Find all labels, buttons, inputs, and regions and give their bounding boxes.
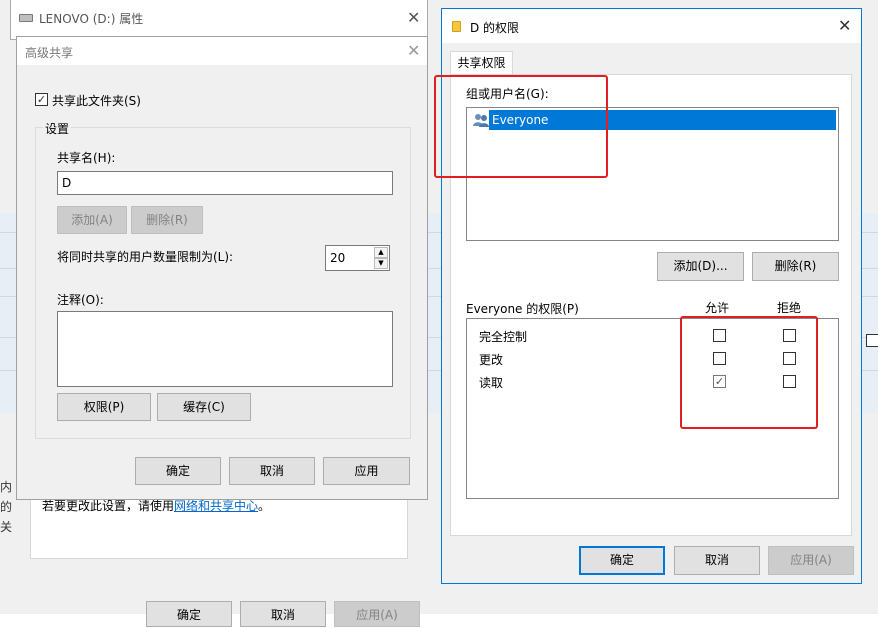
- advanced-sharing-titlebar: [17, 37, 427, 65]
- spin-up-button[interactable]: ▲: [374, 247, 388, 258]
- folder-icon: [452, 21, 461, 32]
- highlight-box-permissions: [680, 316, 818, 429]
- perm-name: 更改: [479, 353, 504, 367]
- permissions-remove-button[interactable]: 删除(R): [752, 252, 839, 281]
- highlight-box-users: [434, 75, 608, 178]
- bg-fragment-b: 的: [0, 500, 13, 514]
- advanced-sharing-title: 高级共享: [25, 46, 74, 60]
- permissions-cancel-button[interactable]: 取消: [674, 546, 760, 575]
- advanced-ok-button[interactable]: 确定: [135, 457, 221, 485]
- bg-apply-button[interactable]: 应用(A): [334, 601, 420, 627]
- tab-share-permissions[interactable]: 共享权限: [450, 51, 513, 75]
- user-limit-spinbox[interactable]: 20 ▲ ▼: [325, 245, 390, 271]
- network-center-link[interactable]: 网络和共享中心: [174, 499, 258, 513]
- everyone-permissions-label: Everyone 的权限(P): [466, 302, 579, 316]
- bg-ok-button[interactable]: 确定: [146, 601, 232, 627]
- share-folder-label: 共享此文件夹(S): [52, 94, 141, 108]
- drive-icon: [19, 14, 33, 22]
- advanced-sharing-dialog: 高级共享 ✕ ✓ 共享此文件夹(S) 设置 共享名(H): D 添加(A) 删除…: [16, 36, 428, 500]
- comment-label: 注释(O):: [57, 293, 104, 307]
- bg-fragment-c: 关: [0, 520, 13, 534]
- permissions-apply-button[interactable]: 应用(A): [768, 546, 854, 575]
- permissions-ok-button[interactable]: 确定: [579, 546, 665, 575]
- caching-button[interactable]: 缓存(C): [157, 393, 251, 421]
- bg-cancel-button[interactable]: 取消: [240, 601, 326, 627]
- spin-down-button[interactable]: ▼: [374, 258, 388, 269]
- share-add-button[interactable]: 添加(A): [57, 206, 127, 234]
- permissions-add-button[interactable]: 添加(D)...: [657, 252, 744, 281]
- share-name-label: 共享名(H):: [57, 151, 116, 165]
- perm-name: 读取: [479, 376, 504, 390]
- properties-window: LENOVO (D:) 属性 ✕: [10, 0, 428, 40]
- bg-checkbox[interactable]: [866, 334, 878, 347]
- permissions-title: D 的权限: [470, 21, 520, 35]
- advanced-apply-button[interactable]: 应用: [323, 457, 410, 485]
- properties-title: LENOVO (D:) 属性: [39, 12, 144, 26]
- permissions-close-icon[interactable]: ✕: [838, 18, 851, 34]
- perm-name: 完全控制: [479, 330, 528, 344]
- share-folder-checkbox[interactable]: ✓: [35, 93, 48, 106]
- settings-group-label: 设置: [43, 120, 72, 137]
- deny-column-header: 拒绝: [777, 301, 802, 315]
- permissions-button[interactable]: 权限(P): [57, 393, 151, 421]
- properties-close-icon[interactable]: ✕: [407, 10, 420, 26]
- bg-fragment-a: 内: [0, 480, 13, 494]
- allow-column-header: 允许: [705, 301, 730, 315]
- share-remove-button[interactable]: 删除(R): [131, 206, 203, 234]
- advanced-cancel-button[interactable]: 取消: [229, 457, 315, 485]
- share-name-input[interactable]: D: [57, 171, 393, 195]
- user-limit-label: 将同时共享的用户数量限制为(L):: [57, 250, 234, 264]
- advanced-sharing-close-icon[interactable]: ✕: [407, 43, 420, 59]
- comment-textarea[interactable]: [57, 311, 393, 387]
